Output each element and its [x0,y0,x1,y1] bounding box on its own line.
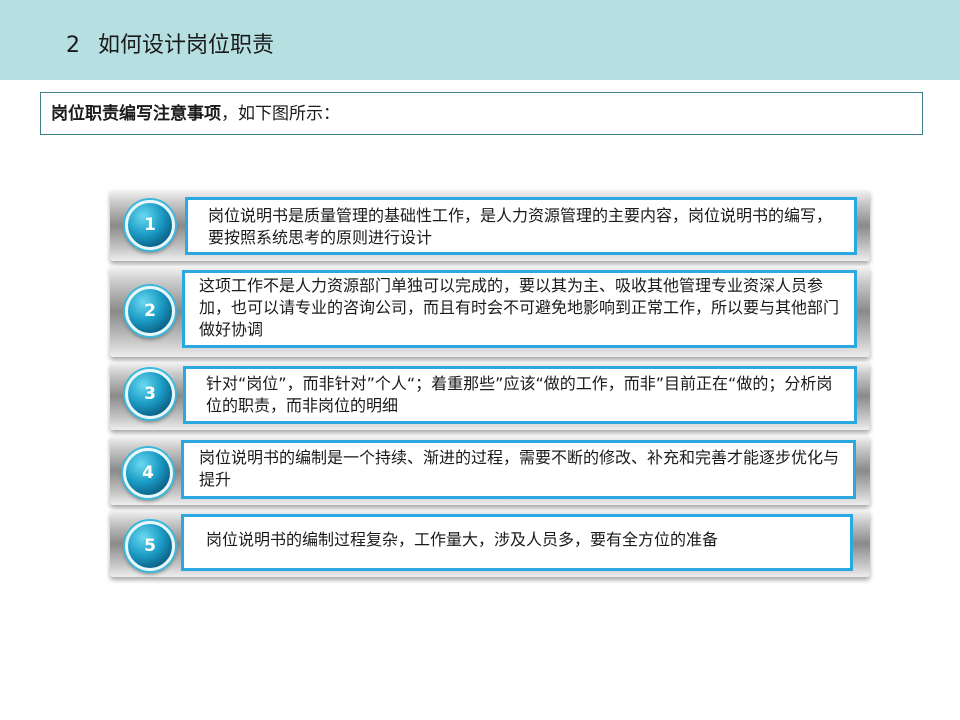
list-item-5: 5 岗位说明书的编制过程复杂，工作量大，涉及人员多，要有全方位的准备 [110,510,870,577]
list-item-1: 1 岗位说明书是质量管理的基础性工作，是人力资源管理的主要内容，岗位说明书的编写… [110,190,870,261]
list-item-4: 4 岗位说明书的编制是一个持续、渐进的过程，需要不断的修改、补充和完善才能逐步优… [110,436,870,505]
slide: 2 如何设计岗位职责 岗位职责编写注意事项，如下图所示： 1 岗位说明书是质量管理… [0,0,960,720]
item-text-4: 岗位说明书的编制是一个持续、渐进的过程，需要不断的修改、补充和完善才能逐步优化与… [199,448,840,489]
item-text-box-5: 岗位说明书的编制过程复杂，工作量大，涉及人员多，要有全方位的准备 [181,514,853,571]
item-text-3: 针对“岗位”，而非针对”个人“；着重那些”应该“做的工作，而非”目前正在“做的；… [206,374,833,415]
number-badge-1: 1 [125,200,175,250]
number-badge-3: 3 [125,369,175,419]
item-text-box-3: 针对“岗位”，而非针对”个人“；着重那些”应该“做的工作，而非”目前正在“做的；… [183,366,857,424]
item-text-box-1: 岗位说明书是质量管理的基础性工作，是人力资源管理的主要内容，岗位说明书的编写，要… [185,197,857,255]
item-text-box-2: 这项工作不是人力资源部门单独可以完成的，要以其为主、吸收其他管理专业资深人员参加… [182,270,857,348]
number-badge-4: 4 [123,448,173,498]
intro-normal-text: ，如下图所示： [221,104,340,124]
number-badge-2: 2 [125,286,175,336]
section-title: 如何设计岗位职责 [98,33,275,58]
item-text-1: 岗位说明书是质量管理的基础性工作，是人力资源管理的主要内容，岗位说明书的编写，要… [208,206,833,247]
intro-bold-text: 岗位职责编写注意事项 [51,104,221,124]
number-badge-5: 5 [125,521,175,571]
item-text-2: 这项工作不是人力资源部门单独可以完成的，要以其为主、吸收其他管理专业资深人员参加… [199,276,840,339]
intro-box: 岗位职责编写注意事项，如下图所示： [40,92,923,135]
page-title: 2 如何设计岗位职责 [66,32,274,60]
intro-text: 岗位职责编写注意事项，如下图所示： [51,103,340,125]
section-number: 2 [66,33,80,58]
item-text-box-4: 岗位说明书的编制是一个持续、渐进的过程，需要不断的修改、补充和完善才能逐步优化与… [181,440,856,499]
item-text-5: 岗位说明书的编制过程复杂，工作量大，涉及人员多，要有全方位的准备 [206,530,719,549]
list-item-3: 3 针对“岗位”，而非针对”个人“；着重那些”应该“做的工作，而非”目前正在“做… [110,362,870,430]
list-item-2: 2 这项工作不是人力资源部门单独可以完成的，要以其为主、吸收其他管理专业资深人员… [110,266,870,357]
